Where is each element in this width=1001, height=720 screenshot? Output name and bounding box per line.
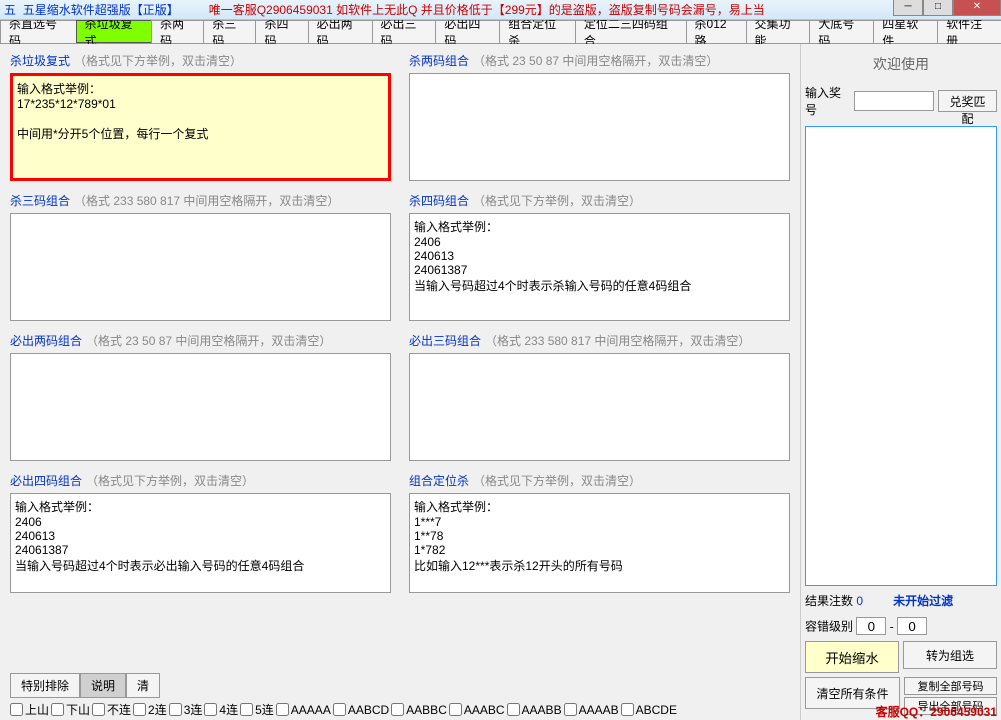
checkbox-AABCD[interactable]: AABCD [333,701,389,718]
tolerance-label: 容错级别 [805,620,853,634]
close-button[interactable]: ✕ [953,0,1001,16]
checkbox-AABBC[interactable]: AABBC [391,701,447,718]
checkbox-2连[interactable]: 2连 [133,701,167,718]
tab-7[interactable]: 必出四码 [435,20,500,43]
tab-3[interactable]: 杀三码 [203,20,256,43]
section-title-s2: 杀两码组合 [409,54,469,68]
window-controls: ─ □ ✕ [893,0,1001,16]
textarea-must-4code[interactable] [10,493,391,593]
textarea-combo-pos-kill[interactable] [409,493,790,593]
section-title-s1: 杀垃圾复式 [10,54,70,68]
section-hint-s6: （格式 233 580 817 中间用空格隔开，双击清空） [485,334,750,348]
result-count-value: 0 [856,594,863,608]
tolerance-from[interactable] [856,617,886,635]
copy-all-button[interactable]: 复制全部号码 [904,677,997,695]
prize-input[interactable] [854,91,934,111]
left-panel: 杀垃圾复式 （格式见下方举例，双击清空） 杀两码组合 （格式 23 50 87 中间… [0,44,800,720]
section-title-s4: 杀四码组合 [409,194,469,208]
checkbox-AAAAA[interactable]: AAAAA [276,701,331,718]
section-title-s3: 杀三码组合 [10,194,70,208]
checkbox-不连[interactable]: 不连 [92,701,131,718]
checkbox-3连[interactable]: 3连 [169,701,203,718]
tab-4[interactable]: 杀四码 [255,20,308,43]
tab-2[interactable]: 杀两码 [151,20,204,43]
tab-14[interactable]: 软件注册 [937,20,1001,43]
main-tabs: 杀直选号码杀垃圾复式杀两码杀三码杀四码必出两码必出三码必出四码组合定位杀定位二三… [0,20,1001,44]
textarea-kill-junk[interactable] [10,73,391,181]
qq-contact: 客服QQ：2906459031 [876,703,997,720]
prize-input-label: 输入奖号 [805,84,850,118]
app-name: 五星缩水软件超强版【正版】 [23,3,179,17]
tab-11[interactable]: 交集功能 [746,20,811,43]
tab-12[interactable]: 大底号码 [809,20,874,43]
bottom-tab-0[interactable]: 特别排除 [10,673,80,698]
tab-10[interactable]: 杀012路 [686,20,747,43]
minimize-button[interactable]: ─ [893,0,923,16]
checkbox-上山[interactable]: 上山 [10,701,49,718]
bottom-tab-1[interactable]: 说明 [80,673,126,698]
filter-status: 未开始过滤 [893,594,953,608]
title-prefix: 五 [4,3,16,17]
section-hint-s8: （格式见下方举例，双击清空） [473,474,641,488]
textarea-must-3code[interactable] [409,353,790,461]
section-title-s7: 必出四码组合 [10,474,82,488]
result-area[interactable] [805,126,997,586]
checkbox-4连[interactable]: 4连 [204,701,238,718]
section-title-s8: 组合定位杀 [409,474,469,488]
tab-8[interactable]: 组合定位杀 [499,20,576,43]
title-bar: 五 五星缩水软件超强版【正版】 唯一客服Q2906459031 如软件上无此Q … [0,0,1001,20]
match-button[interactable]: 兑奖匹配 [938,90,997,112]
section-hint-s3: （格式 233 580 817 中间用空格隔开，双击清空） [74,194,339,208]
section-hint-s1: （格式见下方举例，双击清空） [74,54,242,68]
tab-0[interactable]: 杀直选号码 [0,20,77,43]
section-title-s5: 必出两码组合 [10,334,82,348]
start-filter-button[interactable]: 开始缩水 [805,641,899,673]
section-title-s6: 必出三码组合 [409,334,481,348]
tab-6[interactable]: 必出三码 [372,20,437,43]
bottom-tab-2[interactable]: 清 [126,673,160,698]
section-hint-s7: （格式见下方举例，双击清空） [86,474,254,488]
convert-group-button[interactable]: 转为组选 [903,641,997,669]
tolerance-to[interactable] [897,617,927,635]
result-count-label: 结果注数 [805,594,853,608]
welcome-text: 欢迎使用 [805,48,997,80]
right-panel: 欢迎使用 输入奖号 兑奖匹配 结果注数 0 未开始过滤 容错级别 - 开始缩水 … [800,44,1001,720]
section-hint-s2: （格式 23 50 87 中间用空格隔开，双击清空） [473,54,718,68]
tab-5[interactable]: 必出两码 [308,20,373,43]
checkbox-row: 上山下山不连2连3连4连5连AAAAAAABCDAABBCAAABCAAABBA… [0,697,790,718]
textarea-kill-3code[interactable] [10,213,391,321]
title-warning: 唯一客服Q2906459031 如软件上无此Q 并且价格低于【299元】的是盗版… [209,1,765,18]
tab-13[interactable]: 四星软件 [873,20,938,43]
checkbox-5连[interactable]: 5连 [240,701,274,718]
section-hint-s5: （格式 23 50 87 中间用空格隔开，双击清空） [86,334,331,348]
bottom-tabs: 特别排除说明清 [10,673,790,698]
checkbox-AAABB[interactable]: AAABB [507,701,562,718]
tab-1[interactable]: 杀垃圾复式 [76,20,153,43]
tab-9[interactable]: 定位二三四码组合 [575,20,687,43]
checkbox-AAABC[interactable]: AAABC [449,701,505,718]
textarea-kill-4code[interactable] [409,213,790,321]
checkbox-下山[interactable]: 下山 [51,701,90,718]
textarea-must-2code[interactable] [10,353,391,461]
checkbox-ABCDE[interactable]: ABCDE [621,701,677,718]
maximize-button[interactable]: □ [923,0,953,16]
textarea-kill-2code[interactable] [409,73,790,181]
section-hint-s4: （格式见下方举例，双击清空） [473,194,641,208]
checkbox-AAAAB[interactable]: AAAAB [564,701,619,718]
